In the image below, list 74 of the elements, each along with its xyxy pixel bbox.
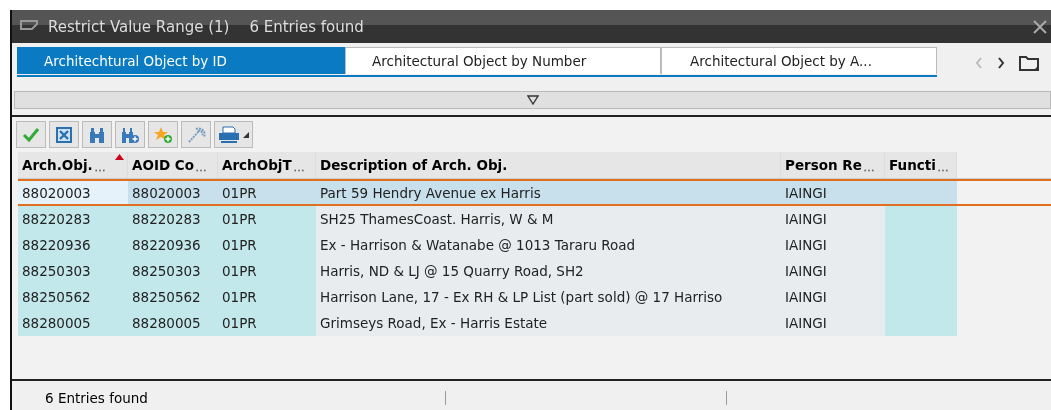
column-header[interactable]: Arch.Obj. xyxy=(18,152,128,178)
table-cell: IAINGI xyxy=(781,284,885,310)
column-header[interactable]: AOID Co xyxy=(128,152,218,178)
table-cell: Grimseys Road, Ex - Harris Estate xyxy=(316,310,781,336)
table-cell: 88220283 xyxy=(18,206,128,232)
table-cell: 01PR xyxy=(218,206,316,232)
column-header[interactable]: ArchObjT xyxy=(218,152,316,178)
table-cell: 01PR xyxy=(218,258,316,284)
table-row[interactable]: 88220936 88220936 01PR Ex - Harrison & Watanabe @ 1013 Tararu Road IAINGI xyxy=(18,232,1051,258)
table-cell: IAINGI xyxy=(781,232,885,258)
table-cell: 88250303 xyxy=(128,258,218,284)
binoculars-icon xyxy=(88,125,106,144)
table-cell: 01PR xyxy=(218,181,316,204)
dropdown-icon xyxy=(243,131,249,138)
cancel-icon xyxy=(55,125,73,144)
favorite-add-button[interactable] xyxy=(148,121,178,148)
table-cell: 88220936 xyxy=(128,232,218,258)
table-row[interactable]: 88280005 88280005 01PR Grimseys Road, Ex - Harris Estate IAINGI xyxy=(18,310,1051,336)
table-cell: 88020003 xyxy=(18,181,128,204)
table-cell: 88250303 xyxy=(18,258,128,284)
table-cell: 88220936 xyxy=(18,232,128,258)
find-button[interactable] xyxy=(82,121,112,148)
next-icon[interactable] xyxy=(997,57,1005,69)
tab[interactable]: Architectural Object by A... xyxy=(661,47,937,74)
folder-icon[interactable] xyxy=(1019,55,1039,71)
table-row[interactable]: 88020003 88020003 01PR Part 59 Hendry Avenue ex Harris IAINGI xyxy=(18,179,1051,206)
table-cell: 88220283 xyxy=(128,206,218,232)
table-row[interactable]: 88220283 88220283 01PR SH25 ThamesCoast. Harris, W & M IAINGI xyxy=(18,206,1051,232)
ellipsis-icon xyxy=(196,169,207,172)
sort-icon xyxy=(115,154,124,160)
wand-icon xyxy=(186,125,206,144)
table-cell: Harrison Lane, 17 - Ex RH & LP List (part sold) @ 17 Harriso xyxy=(316,284,781,310)
table-cell: Ex - Harrison & Watanabe @ 1013 Tararu Road xyxy=(316,232,781,258)
ellipsis-icon xyxy=(94,169,105,172)
close-icon[interactable] xyxy=(1033,19,1047,34)
column-header[interactable]: Person Re xyxy=(781,152,885,178)
table-cell: 01PR xyxy=(218,232,316,258)
table-cell: SH25 ThamesCoast. Harris, W & M xyxy=(316,206,781,232)
table-cell: 88250562 xyxy=(128,284,218,310)
table-cell: 01PR xyxy=(218,310,316,336)
table-cell: IAINGI xyxy=(781,310,885,336)
table-row[interactable]: 88250303 88250303 01PR Harris, ND & LJ @ 15 Quarry Road, SH2 IAINGI xyxy=(18,258,1051,284)
cancel-button[interactable] xyxy=(49,121,79,148)
table-cell xyxy=(885,181,957,204)
table-cell: IAINGI xyxy=(781,206,885,232)
check-button[interactable] xyxy=(16,121,46,148)
table-cell: 88250562 xyxy=(18,284,128,310)
column-header[interactable]: Description of Arch. Obj. xyxy=(316,152,781,178)
checkmark-icon xyxy=(22,126,40,143)
star-plus-icon xyxy=(153,125,173,144)
window-title: Restrict Value Range (1) xyxy=(48,17,230,36)
table-cell: 88280005 xyxy=(18,310,128,336)
table-cell: Part 59 Hendry Avenue ex Harris xyxy=(316,181,781,204)
status-text: 6 Entries found xyxy=(45,390,149,406)
print-button[interactable] xyxy=(214,121,253,148)
collapse-icon[interactable] xyxy=(526,95,539,105)
table-row[interactable]: 88250562 88250562 01PR Harrison Lane, 17 - Ex RH & LP List (part sold) @ 17 Harriso IAINGI xyxy=(18,284,1051,310)
window-subtitle: 6 Entries found xyxy=(249,17,364,36)
binoculars-plus-icon xyxy=(120,125,140,144)
table-cell: 88020003 xyxy=(128,181,218,204)
table-cell: 88280005 xyxy=(128,310,218,336)
ellipsis-icon xyxy=(863,169,874,172)
table-cell: 01PR xyxy=(218,284,316,310)
ellipsis-icon xyxy=(293,169,304,172)
tab[interactable]: Architectural Object by Number xyxy=(345,47,661,74)
column-header[interactable]: Functi xyxy=(885,152,957,178)
tab[interactable]: Architechtural Object by ID xyxy=(17,47,345,74)
table-cell: IAINGI xyxy=(781,258,885,284)
printer-icon xyxy=(218,125,240,144)
find-next-button[interactable] xyxy=(115,121,145,148)
table-cell: Harris, ND & LJ @ 15 Quarry Road, SH2 xyxy=(316,258,781,284)
ellipsis-icon xyxy=(937,169,948,172)
table-cell: IAINGI xyxy=(781,181,885,204)
magic-button[interactable] xyxy=(181,121,211,148)
